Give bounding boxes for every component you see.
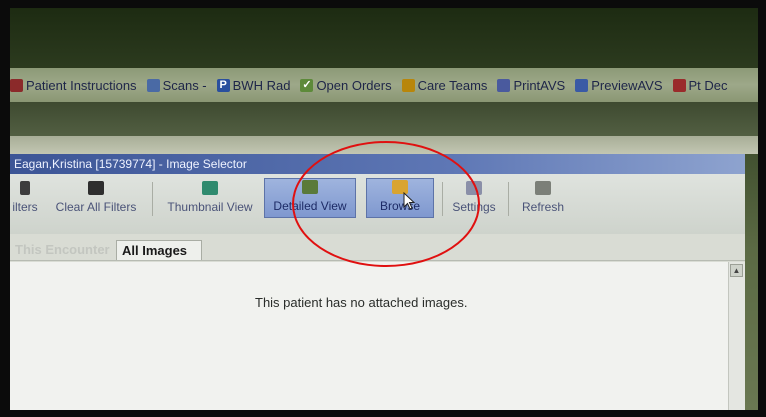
button-label: Thumbnail View <box>167 200 253 214</box>
tab-label: This Encounter <box>15 242 110 257</box>
button-label: Refresh <box>521 200 565 214</box>
tab-all-images[interactable]: All Images <box>116 240 202 260</box>
toolbar-item-bwh-rad[interactable]: P BWH Rad <box>216 77 291 93</box>
tab-this-encounter[interactable]: This Encounter <box>10 240 116 260</box>
printer-icon <box>497 78 511 92</box>
refresh-button[interactable]: Refresh <box>516 178 570 218</box>
scroll-up-icon[interactable]: ▲ <box>730 264 743 277</box>
toolbar-item-label: BWH Rad <box>232 77 291 93</box>
document-icon <box>10 78 23 92</box>
check-icon: ✓ <box>300 78 314 92</box>
patient-icon <box>672 78 686 92</box>
app-toolbar: Patient Instructions Scans - P BWH Rad ✓… <box>10 68 758 102</box>
image-list-panel: This patient has no attached images. ▲ <box>10 262 745 410</box>
toolbar-item-care-teams[interactable]: Care Teams <box>401 77 488 93</box>
people-icon <box>401 78 415 92</box>
toolbar-separator <box>152 182 153 216</box>
toolbar-item-open-orders[interactable]: ✓ Open Orders <box>300 77 392 93</box>
toolbar-item-label: PreviewAVS <box>591 77 663 93</box>
filter-icon <box>20 181 30 195</box>
toolbar-item-label: Care Teams <box>417 77 488 93</box>
toolbar-separator <box>508 182 509 216</box>
toolbar-item-label: Open Orders <box>316 77 392 93</box>
mouse-cursor-icon <box>403 192 416 210</box>
refresh-icon <box>535 181 551 195</box>
thumbnail-icon <box>202 181 218 195</box>
toolbar-item-label: Pt Dec <box>688 77 728 93</box>
scan-icon <box>146 78 160 92</box>
clear-filters-icon <box>88 181 104 195</box>
empty-state-message: This patient has no attached images. <box>255 295 468 310</box>
clear-all-filters-button[interactable]: Clear All Filters <box>48 178 144 218</box>
toolbar-item-label: Scans - <box>162 77 207 93</box>
button-label: Clear All Filters <box>55 200 137 214</box>
toolbar-item-patient-instructions[interactable]: Patient Instructions <box>10 78 137 93</box>
toolbar-item-pt-dec[interactable]: Pt Dec <box>672 77 728 93</box>
tab-label: All Images <box>122 243 188 258</box>
toolbar-item-preview-avs[interactable]: PreviewAVS <box>575 77 663 93</box>
vertical-scrollbar[interactable]: ▲ <box>728 262 745 410</box>
filters-button[interactable]: ilters <box>10 178 40 218</box>
toolbar-background <box>10 102 758 136</box>
button-label: ilters <box>12 200 38 214</box>
preview-icon <box>575 78 589 92</box>
window-title: Eagan,Kristina [15739774] - Image Select… <box>14 157 247 171</box>
toolbar-item-scans[interactable]: Scans - <box>146 77 207 93</box>
toolbar-item-label: PrintAVS <box>513 77 566 93</box>
thumbnail-view-button[interactable]: Thumbnail View <box>160 178 260 218</box>
highlight-circle <box>292 141 480 267</box>
toolbar-item-label: Patient Instructions <box>26 77 137 93</box>
p-icon: P <box>216 78 230 92</box>
toolbar-item-print-avs[interactable]: PrintAVS <box>497 78 565 93</box>
